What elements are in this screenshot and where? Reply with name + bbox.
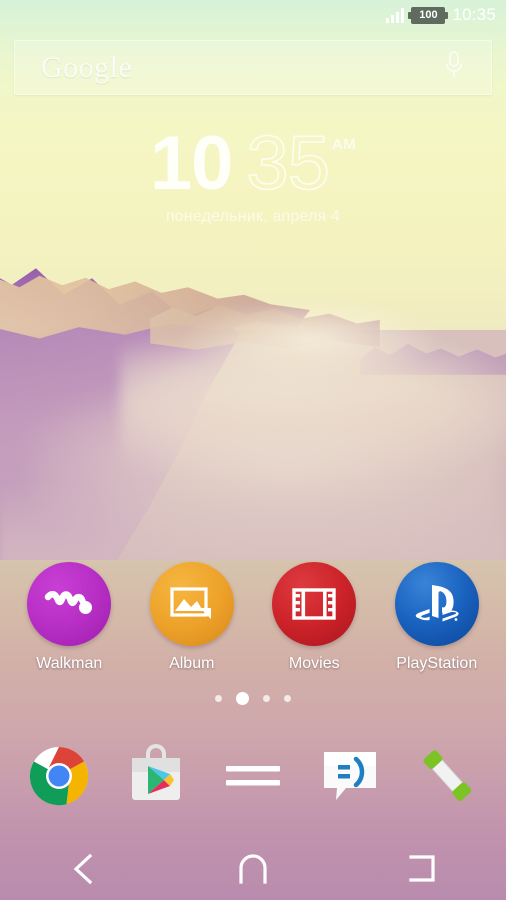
page-dot[interactable] [215, 695, 222, 702]
album-icon[interactable] [149, 562, 234, 646]
navigation-bar [0, 838, 506, 900]
status-bar: 100 10:35 [0, 0, 506, 30]
signal-bars-icon [386, 7, 405, 23]
messaging-icon [324, 752, 377, 800]
home-button[interactable] [198, 845, 308, 893]
back-button[interactable] [29, 845, 139, 893]
dock-item-messaging[interactable] [312, 738, 388, 814]
app-icon-playstation[interactable]: PlayStation [382, 562, 492, 673]
page-indicator [0, 692, 506, 705]
app-drawer-icon [225, 766, 280, 786]
page-dot-active[interactable] [236, 692, 249, 705]
walkman-icon[interactable] [27, 562, 112, 646]
dock-item-app-drawer[interactable] [215, 738, 291, 814]
phone-icon [423, 750, 472, 801]
back-chevron-icon [73, 853, 93, 885]
app-label: Album [169, 655, 215, 672]
microphone-icon[interactable] [443, 50, 465, 85]
google-logo: Google [41, 50, 133, 84]
home-arch-icon [239, 854, 267, 884]
page-dot[interactable] [284, 695, 291, 702]
page-dot[interactable] [263, 695, 270, 702]
app-icon-movies[interactable]: Movies [259, 562, 369, 673]
app-grid: Walkman Album Movies PlayStation [0, 562, 506, 673]
dock-item-phone[interactable] [409, 738, 485, 814]
dock-item-play-store[interactable] [118, 738, 194, 814]
dock [0, 730, 506, 822]
status-bar-clock: 10:35 [452, 5, 496, 24]
app-label: Walkman [36, 655, 103, 672]
app-label: PlayStation [396, 655, 478, 672]
battery-indicator: 100 [408, 6, 449, 24]
recents-button[interactable] [367, 845, 477, 893]
play-store-icon [131, 744, 180, 800]
google-search-bar[interactable]: Google [14, 40, 492, 95]
recents-bracket-icon [409, 855, 435, 882]
movies-icon[interactable] [272, 562, 357, 646]
app-icon-album[interactable]: Album [137, 562, 247, 673]
battery-level-label: 100 [419, 9, 438, 21]
dock-item-chrome[interactable] [21, 738, 97, 814]
app-icon-walkman[interactable]: Walkman [14, 562, 124, 673]
chrome-icon [29, 747, 88, 806]
app-label: Movies [288, 655, 340, 672]
playstation-icon[interactable] [394, 562, 479, 646]
